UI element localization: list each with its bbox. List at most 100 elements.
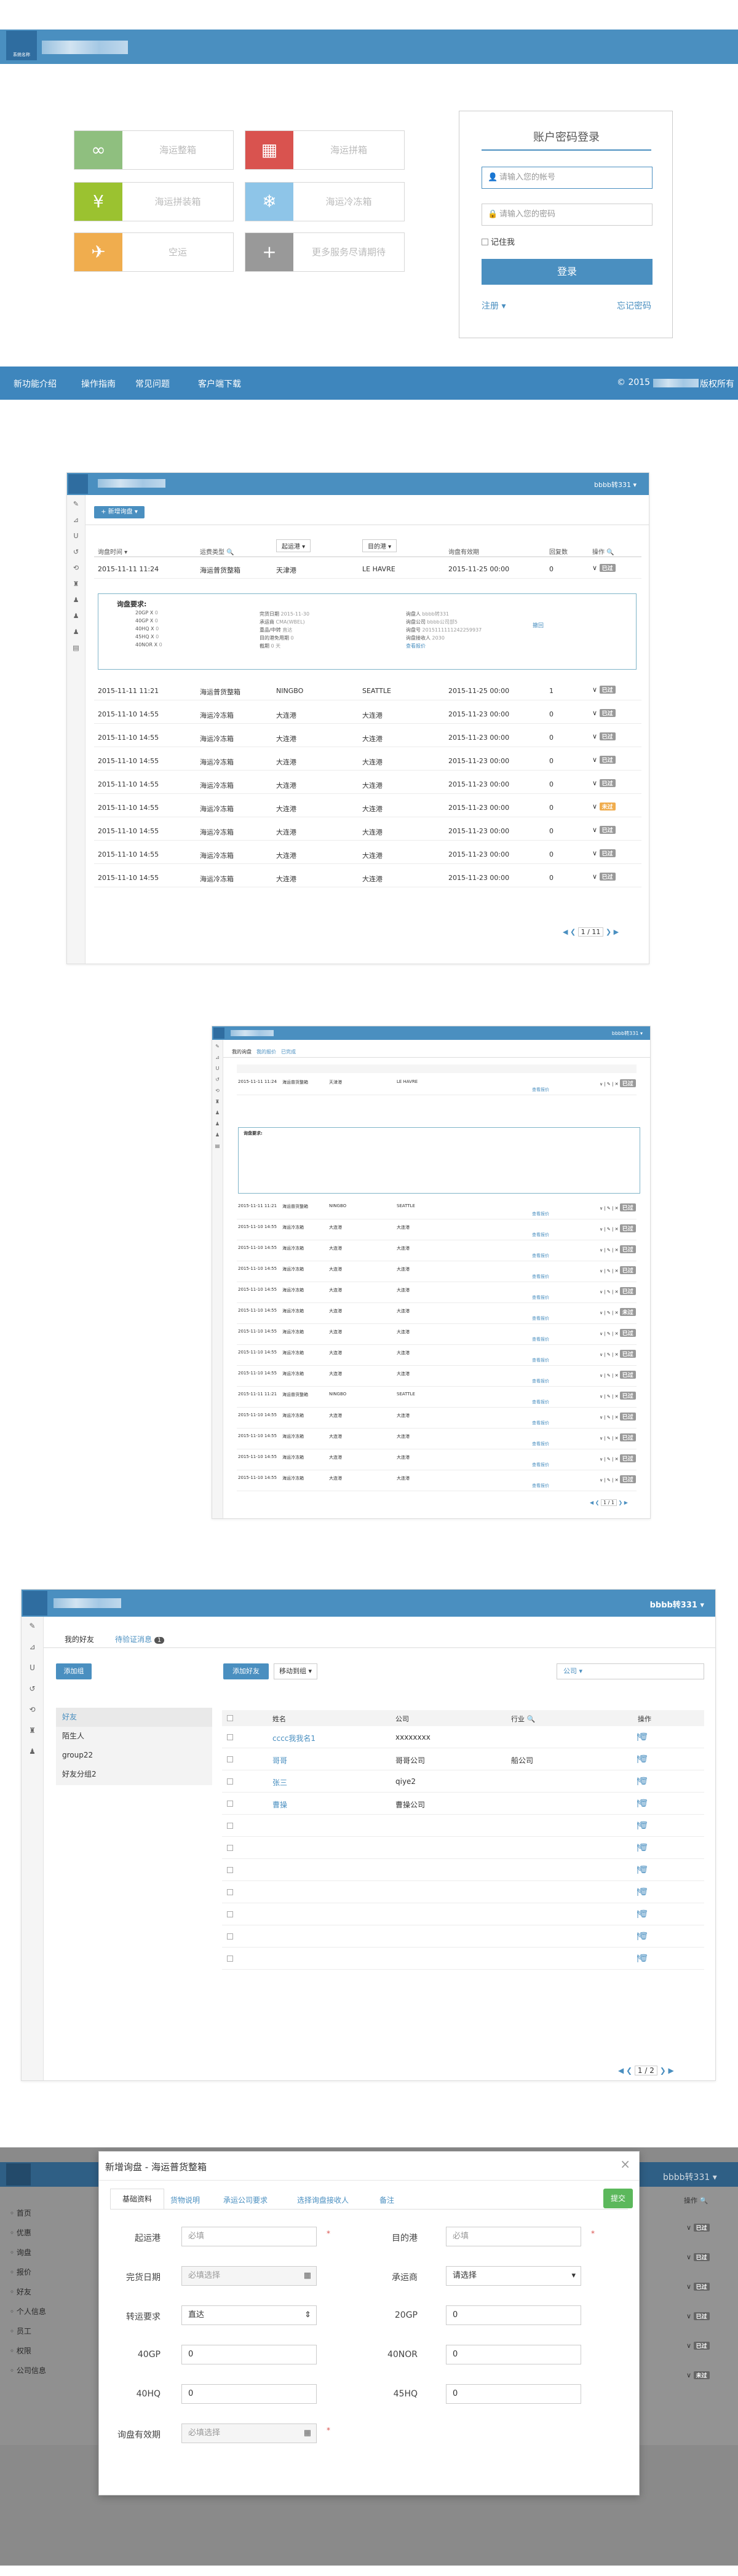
forgot-password-link[interactable]: 忘记密码 — [617, 299, 651, 312]
sidebar-icon[interactable]: ✎ — [67, 500, 85, 508]
friend-name[interactable]: 曹操 — [272, 1799, 287, 1810]
table-row[interactable]: 2015-11-10 14:55 海运冷冻箱 大连港 大连港 2015-11-2… — [94, 775, 641, 794]
table-row[interactable]: ✎ | 🗑 — [222, 1859, 704, 1881]
user-menu[interactable]: bbbb转331 ▾ — [650, 1598, 704, 1610]
row-actions[interactable]: ✎ | 🗑 — [637, 1843, 648, 1852]
remember-me[interactable]: 记住我 — [482, 236, 515, 247]
tab-pending[interactable]: 待验证消息 1 — [115, 1634, 165, 1644]
table-row[interactable]: 2015-11-10 14:55 海运冷冻箱 大连港 大连港 查看报价 ∨ | … — [237, 1326, 637, 1345]
tab-receivers[interactable]: 选择询盘接收人 — [297, 2195, 349, 2205]
view-quote-link[interactable]: 查看报价 — [532, 1211, 549, 1217]
row-actions[interactable]: ∨ | ✎ | ✕ 已过 — [600, 1350, 636, 1358]
row-actions[interactable]: ∨ | ✎ | ✕ 已过 — [600, 1475, 636, 1483]
calendar-icon[interactable]: ▦ — [304, 2267, 311, 2285]
table-row[interactable]: 2015-11-10 14:55 海运冷冻箱 大连港 大连港 查看报价 ∨ | … — [237, 1243, 637, 1261]
row-checkbox[interactable] — [227, 1933, 233, 1940]
hq40-input[interactable]: 0 — [181, 2384, 317, 2404]
delete-icon[interactable]: 🗑 — [639, 1799, 648, 1807]
row-checkbox[interactable] — [227, 1823, 233, 1829]
row-actions[interactable]: ∨ | ✎ | ✕ 已过 — [600, 1266, 636, 1274]
footer-link-download[interactable]: 客户端下载 — [198, 378, 241, 390]
pagination[interactable]: ◀ ❮ 1 / 11 ❯ ▶ — [563, 927, 619, 937]
row-actions[interactable]: ✎ | 🗑 — [637, 1932, 648, 1940]
add-friend-button[interactable]: 添加好友 — [223, 1663, 269, 1679]
row-actions[interactable]: ∨ | ✎ | ✕ 已过 — [600, 1392, 636, 1400]
view-quote-link[interactable]: 查看报价 — [532, 1483, 549, 1489]
sidebar-icon[interactable]: ♟ — [67, 596, 85, 604]
move-to-group-dropdown[interactable]: 移动到组 ▾ — [274, 1663, 318, 1679]
hq45-input[interactable]: 0 — [446, 2384, 581, 2404]
row-actions[interactable]: ∨ 已过 — [592, 732, 616, 740]
row-actions[interactable]: ∨ | ✎ | ✕ 已过 — [600, 1224, 636, 1232]
row-actions[interactable]: ✎ | 🗑 — [637, 1954, 648, 1962]
service-tile[interactable]: ❄ 海运冷冻箱 — [245, 182, 405, 221]
friend-name[interactable]: 哥哥 — [272, 1755, 287, 1766]
table-row[interactable]: ✎ | 🗑 — [222, 1903, 704, 1925]
row-checkbox[interactable] — [227, 1956, 233, 1962]
footer-link-faq[interactable]: 常见问题 — [135, 378, 170, 390]
row-actions[interactable]: ∨ | ✎ | ✕ 已过 — [600, 1329, 636, 1337]
delete-icon[interactable]: 🗑 — [639, 1954, 648, 1962]
table-row[interactable]: 2015-11-10 14:55 海运冷冻箱 大连港 大连港 查看报价 ∨ | … — [237, 1347, 637, 1366]
sidebar-icon[interactable]: ♟ — [22, 1747, 43, 1756]
row-actions[interactable]: ✎ | 🗑 — [637, 1799, 648, 1807]
sidebar-icon[interactable]: ⊿ — [67, 516, 85, 524]
logo[interactable] — [68, 474, 88, 494]
logo[interactable] — [23, 1591, 47, 1615]
password-input[interactable]: 🔒 请输入您的密码 — [482, 204, 653, 226]
table-row[interactable]: 2015-11-10 14:55 海运冷冻箱 大连港 大连港 查看报价 ∨ | … — [237, 1452, 637, 1470]
to-port-input[interactable]: 必填 — [446, 2227, 581, 2246]
tab-cargo[interactable]: 货物说明 — [170, 2195, 200, 2205]
col-type[interactable]: 运费类型 🔍 — [200, 547, 234, 556]
row-actions[interactable]: ✎ | 🗑 — [637, 1732, 648, 1741]
sidebar-icon[interactable]: ♜ — [67, 580, 85, 588]
sidebar-icon[interactable]: ⟲ — [67, 564, 85, 572]
sidebar-icon[interactable]: ♜ — [212, 1099, 223, 1104]
row-actions[interactable]: ∨ 已过 — [592, 826, 616, 834]
from-port-filter[interactable]: 起运港 ▾ — [276, 539, 311, 552]
table-row[interactable]: cccc我我名1 xxxxxxxx ✎ | 🗑 — [222, 1726, 704, 1748]
service-tile[interactable]: ¥ 海运拼装箱 — [74, 182, 234, 221]
select-all-checkbox[interactable] — [227, 1715, 233, 1721]
sidebar-icon[interactable]: ⟲ — [22, 1705, 43, 1714]
sidebar-icon[interactable]: U — [212, 1066, 223, 1071]
row-actions[interactable]: ✎ | 🗑 — [637, 1777, 648, 1785]
valid-input[interactable]: 必填选择 ▦ — [181, 2423, 317, 2443]
carrier-select[interactable]: 请选择 ▾ — [446, 2266, 581, 2286]
group-item[interactable]: 好友分组2 — [56, 1765, 212, 1784]
page-indicator[interactable]: 1 / 2 — [634, 2066, 657, 2075]
sidebar-icon[interactable]: U — [22, 1663, 43, 1672]
table-row[interactable]: ✎ | 🗑 — [222, 1925, 704, 1948]
footer-link-features[interactable]: 新功能介绍 — [14, 378, 57, 390]
user-menu[interactable]: bbbb转331 ▾ — [612, 1030, 643, 1037]
row-actions[interactable]: ∨ 已过 — [592, 564, 616, 572]
row-checkbox[interactable] — [227, 1756, 233, 1762]
sidebar-icon[interactable]: ⊿ — [212, 1055, 223, 1060]
row-actions[interactable]: ∨ 未过 — [592, 803, 616, 810]
row-checkbox[interactable] — [227, 1889, 233, 1895]
view-quote-link[interactable]: 查看报价 — [532, 1274, 549, 1280]
tab-my-friends[interactable]: 我的好友 — [65, 1634, 94, 1644]
service-tile[interactable]: ✈ 空运 — [74, 232, 234, 272]
row-actions[interactable]: ✎ | 🗑 — [637, 1865, 648, 1874]
group-item[interactable]: 陌生人 — [56, 1727, 212, 1746]
register-link[interactable]: 注册 ▾ — [482, 299, 506, 312]
table-row[interactable]: 2015-11-10 14:55 海运冷冻箱 大连港 大连港 查看报价 ∨ | … — [237, 1473, 637, 1491]
table-row[interactable]: 2015-11-10 14:55 海运冷冻箱 大连港 大连港 查看报价 ∨ | … — [237, 1410, 637, 1429]
sidebar-icon[interactable]: ♟ — [212, 1121, 223, 1127]
table-row[interactable]: 张三 qiye2 ✎ | 🗑 — [222, 1770, 704, 1793]
sidebar-icon[interactable]: ♟ — [67, 612, 85, 620]
table-row[interactable]: ✎ | 🗑 — [222, 1837, 704, 1859]
view-quote-link[interactable]: 查看报价 — [532, 1294, 549, 1301]
row-checkbox[interactable] — [227, 1734, 233, 1740]
view-quote-link[interactable]: 查看报价 — [532, 1378, 549, 1384]
service-tile[interactable]: + 更多服务尽请期待 — [245, 232, 405, 272]
delete-icon[interactable]: 🗑 — [639, 1777, 648, 1785]
table-row[interactable]: 2015-11-11 11:21 海运普货整箱 NINGBO SEATTLE 查… — [237, 1201, 637, 1219]
table-row[interactable]: 曹操 曹操公司 ✎ | 🗑 — [222, 1793, 704, 1815]
service-tile[interactable]: ∞ 海运整箱 — [74, 130, 234, 170]
sidebar-icon[interactable]: ♟ — [212, 1110, 223, 1116]
row-actions[interactable]: ✎ | 🗑 — [637, 1821, 648, 1829]
tab-remarks[interactable]: 备注 — [379, 2195, 394, 2205]
user-menu[interactable]: bbbb转331 ▾ — [594, 480, 637, 489]
